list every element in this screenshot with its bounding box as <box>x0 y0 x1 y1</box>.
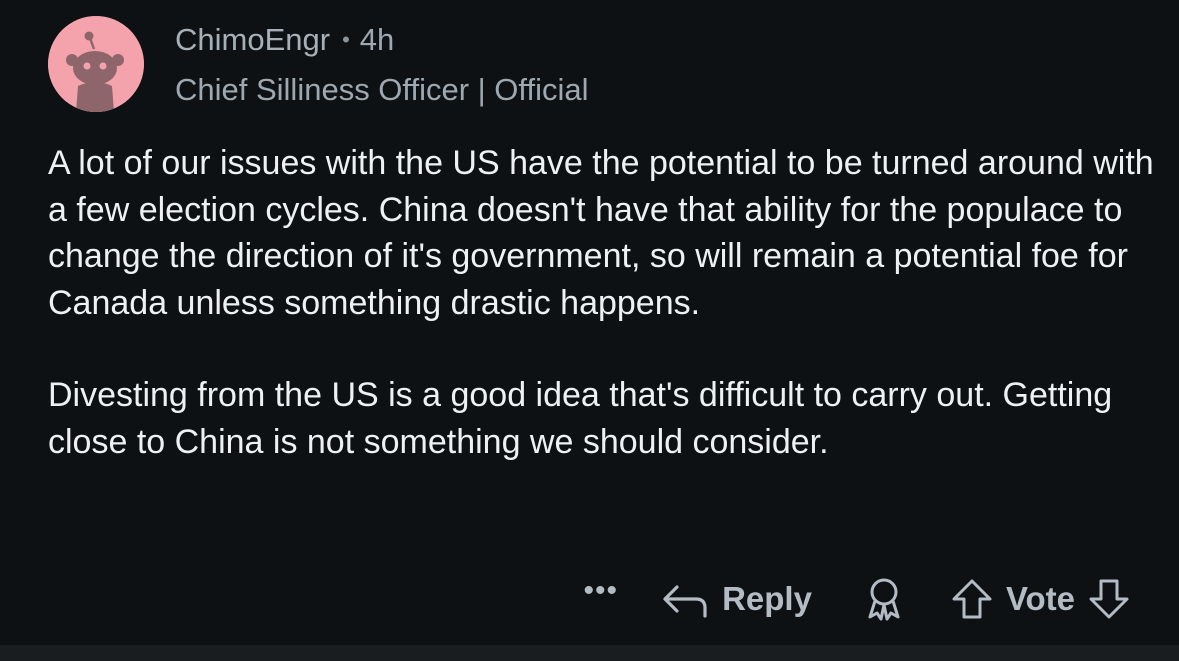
upvote-icon[interactable] <box>950 577 994 621</box>
snoo-avatar-icon <box>48 16 144 112</box>
author-line: ChimoEngr • 4h <box>175 20 589 63</box>
award-icon <box>868 578 900 621</box>
comment-actions: ••• Reply Vote <box>584 573 1131 625</box>
bottom-divider <box>0 645 1179 661</box>
user-avatar[interactable] <box>48 16 144 112</box>
comment-meta: ChimoEngr • 4h Chief Silliness Officer | O… <box>175 20 589 110</box>
reply-arrow-icon <box>663 585 707 618</box>
comment-body: A lot of our issues with the US have the… <box>48 140 1158 511</box>
comment-card: ChimoEngr • 4h Chief Silliness Officer | O… <box>0 0 1179 645</box>
comment-paragraph: A lot of our issues with the US have the… <box>48 144 1154 322</box>
comment-time: 4h <box>359 22 395 57</box>
reply-label: Reply <box>722 580 812 617</box>
award-button[interactable] <box>864 577 904 621</box>
author-username[interactable]: ChimoEngr <box>175 22 330 57</box>
reply-button[interactable]: Reply <box>662 579 812 619</box>
vote-controls: Vote <box>950 577 1131 621</box>
comment-paragraph: Divesting from the US is a good idea tha… <box>48 376 1113 461</box>
meta-separator: • <box>342 27 350 52</box>
vote-label: Vote <box>1005 580 1075 617</box>
user-flair: Chief Silliness Officer | Official <box>175 72 589 107</box>
more-options-button[interactable]: ••• <box>584 574 619 608</box>
downvote-icon[interactable] <box>1087 577 1131 621</box>
